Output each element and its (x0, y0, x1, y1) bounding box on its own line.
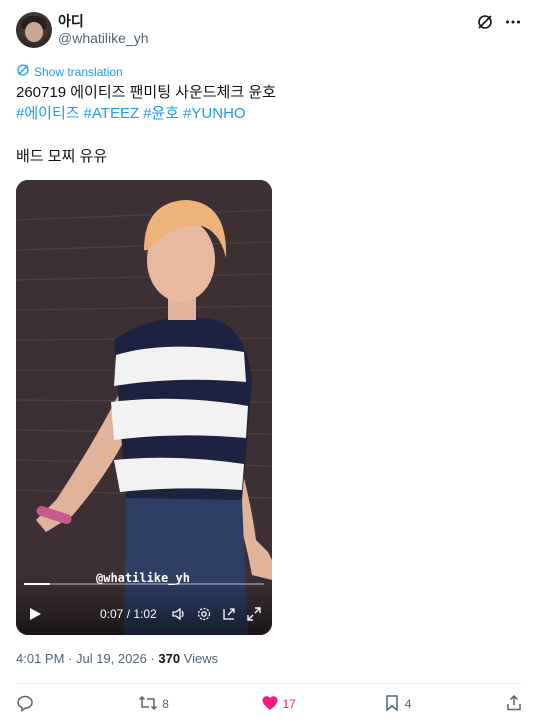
hashtag-link[interactable]: #에이티즈 (16, 105, 80, 122)
divider (16, 683, 523, 684)
views-label: Views (180, 651, 219, 666)
retweet-count: 8 (162, 697, 169, 711)
tweet-text-line: 260719 에이티즈 팬미팅 사운드체크 윤호 (16, 84, 276, 101)
progress-fill (24, 583, 51, 585)
hashtag-link[interactable]: #ATEEZ (84, 105, 140, 122)
views-count: 370 (158, 651, 181, 666)
handle[interactable]: @whatilike_yh (58, 30, 148, 46)
translate-label: Show translation (34, 64, 123, 79)
header-actions (475, 12, 523, 32)
bookmark-count: 4 (404, 697, 412, 711)
retweet-button[interactable]: 8 (138, 694, 178, 715)
video-player[interactable]: @whatilike_yh 0:07 / 1:02 (16, 180, 272, 635)
heart-icon (261, 694, 279, 715)
share-icon (505, 694, 523, 715)
hashtag-link[interactable]: #YUNHO (183, 105, 246, 122)
reply-icon (16, 694, 34, 715)
more-icon[interactable] (503, 12, 523, 32)
hashtags: #에이티즈 #ATEEZ #윤호 #YUNHO (16, 104, 250, 124)
reply-button[interactable] (16, 694, 56, 715)
bookmark-button[interactable]: 4 (383, 694, 423, 715)
video-controls: @whatilike_yh 0:07 / 1:02 (16, 571, 272, 635)
hashtag-link[interactable]: #윤호 (143, 105, 179, 122)
tweet-text-line: 배드 모찌 유유 (16, 148, 108, 165)
picture-in-picture-icon[interactable] (221, 606, 237, 622)
video-time: 0:07 / 1:02 (100, 607, 157, 621)
share-button[interactable] (505, 694, 523, 715)
translate-icon (16, 63, 30, 80)
timestamp[interactable]: 4:01 PM · Jul 19, 2026 · (16, 651, 158, 666)
settings-icon[interactable] (196, 606, 212, 622)
fullscreen-icon[interactable] (246, 606, 262, 622)
action-bar: 8 17 4 (16, 692, 523, 716)
tweet-meta: 4:01 PM · Jul 19, 2026 · 370 Views (16, 651, 218, 666)
like-button[interactable]: 17 (261, 694, 301, 715)
play-icon[interactable] (28, 607, 42, 621)
video-watermark: @whatilike_yh (96, 571, 190, 585)
bookmark-icon (383, 694, 401, 715)
volume-icon[interactable] (171, 606, 187, 622)
avatar-face (25, 22, 43, 42)
video-frame (16, 180, 272, 635)
show-translation-link[interactable]: Show translation (16, 63, 123, 80)
like-count: 17 (282, 697, 296, 711)
display-name[interactable]: 아디 (58, 11, 84, 31)
grok-icon[interactable] (475, 12, 495, 32)
retweet-icon (138, 694, 158, 715)
avatar[interactable] (16, 12, 52, 48)
